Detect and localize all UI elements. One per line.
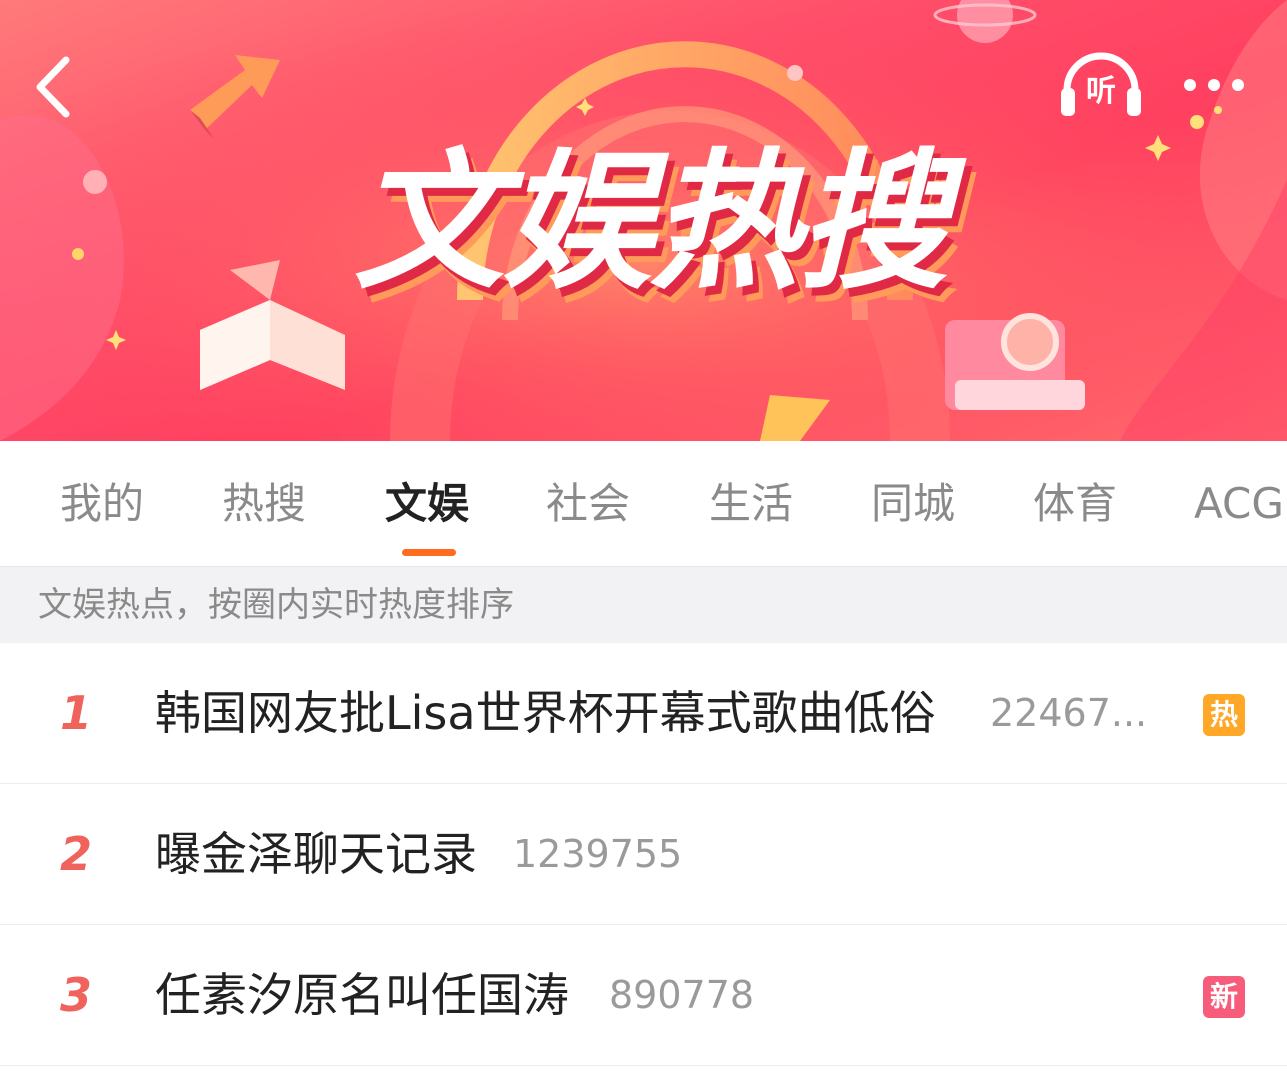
category-tabs: 我的 热搜 文娱 社会 生活 同城 体育 ACG [0, 441, 1287, 567]
tab-acg[interactable]: ACG [1194, 441, 1284, 566]
rank-number: 1 [60, 686, 93, 740]
section-description-text: 文娱热点，按圈内实时热度排序 [38, 585, 514, 625]
list-item[interactable]: 3 任素汐原名叫任国涛 890778 新 [0, 925, 1287, 1066]
back-button[interactable] [28, 52, 88, 122]
new-badge: 新 [1203, 976, 1245, 1018]
tab-local[interactable]: 同城 [871, 441, 955, 566]
section-description: 文娱热点，按圈内实时热度排序 [0, 567, 1287, 643]
heat-count: 22467... [990, 691, 1148, 735]
list-item[interactable]: 2 曝金泽聊天记录 1239755 [0, 784, 1287, 925]
banner-title: 文娱热搜 [353, 136, 948, 310]
hot-badge: 热 [1203, 694, 1245, 736]
rank-number: 2 [60, 827, 93, 881]
banner: 文娱热搜 听 [0, 0, 1287, 441]
tab-entertainment[interactable]: 文娱 [385, 441, 469, 566]
rank-number: 3 [60, 968, 93, 1022]
heat-count: 1239755 [513, 832, 683, 876]
item-title: 曝金泽聊天记录 [155, 827, 477, 881]
active-tab-indicator [402, 549, 456, 556]
tab-sports[interactable]: 体育 [1033, 441, 1117, 566]
tab-society[interactable]: 社会 [546, 441, 630, 566]
heat-count: 890778 [609, 973, 755, 1017]
tab-mine[interactable]: 我的 [60, 441, 144, 566]
more-dots-icon [1184, 79, 1244, 91]
tab-hot-search[interactable]: 热搜 [222, 441, 306, 566]
item-title: 韩国网友批Lisa世界杯开幕式歌曲低俗 [155, 686, 936, 740]
hot-search-list: 1 韩国网友批Lisa世界杯开幕式歌曲低俗 22467... 热 2 曝金泽聊天… [0, 643, 1287, 1066]
more-button[interactable] [1176, 70, 1252, 100]
tab-life[interactable]: 生活 [709, 441, 793, 566]
item-title: 任素汐原名叫任国涛 [155, 968, 569, 1022]
listen-label: 听 [1086, 74, 1116, 109]
list-item[interactable]: 1 韩国网友批Lisa世界杯开幕式歌曲低俗 22467... 热 [0, 643, 1287, 784]
chevron-left-icon [36, 56, 70, 118]
